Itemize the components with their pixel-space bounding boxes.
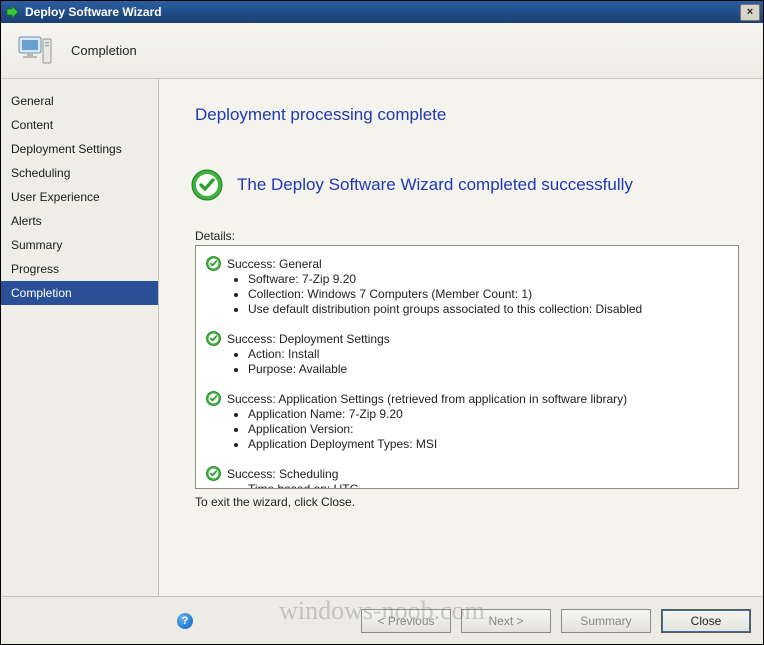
wizard-arrow-icon <box>5 5 19 19</box>
exit-instruction: To exit the wizard, click Close. <box>195 495 741 509</box>
details-line: Application Deployment Types: MSI <box>248 437 732 452</box>
details-line: Application Version: <box>248 422 732 437</box>
details-lines: Time based on: UTC Available Time: As so… <box>206 482 732 489</box>
success-check-icon <box>206 391 221 406</box>
page-title: Completion <box>71 43 137 58</box>
sidebar-item-completion[interactable]: Completion <box>1 281 158 305</box>
sidebar-item-content[interactable]: Content <box>1 113 158 137</box>
sidebar-item-progress[interactable]: Progress <box>1 257 158 281</box>
sidebar-item-label: General <box>11 94 54 108</box>
sidebar-item-label: Deployment Settings <box>11 142 122 156</box>
next-button: Next > <box>461 609 551 633</box>
details-group-head: Success: Scheduling <box>206 466 732 481</box>
details-group-head: Success: Deployment Settings <box>206 331 732 346</box>
details-group-title: Success: Deployment Settings <box>227 332 390 346</box>
sidebar-item-label: User Experience <box>11 190 100 204</box>
computer-icon <box>15 31 55 71</box>
sidebar-item-label: Summary <box>11 238 62 252</box>
summary-button: Summary <box>561 609 651 633</box>
main-content: Deployment processing complete The Deplo… <box>159 79 763 644</box>
details-group: Success: Scheduling Time based on: UTC A… <box>206 466 732 489</box>
wizard-body: General Content Deployment Settings Sche… <box>1 79 763 644</box>
wizard-header: Completion <box>1 23 763 79</box>
titlebar: Deploy Software Wizard × <box>1 1 763 23</box>
sidebar-item-label: Completion <box>11 286 72 300</box>
close-button[interactable]: Close <box>661 609 751 633</box>
sidebar-item-summary[interactable]: Summary <box>1 233 158 257</box>
details-lines: Software: 7-Zip 9.20 Collection: Windows… <box>206 272 732 317</box>
details-group: Success: General Software: 7-Zip 9.20 Co… <box>206 256 732 317</box>
window-close-button[interactable]: × <box>740 4 760 21</box>
help-icon[interactable]: ? <box>177 613 193 629</box>
success-check-icon <box>206 466 221 481</box>
sidebar-item-user-experience[interactable]: User Experience <box>1 185 158 209</box>
success-check-icon <box>206 256 221 271</box>
success-check-icon <box>206 331 221 346</box>
sidebar-item-general[interactable]: General <box>1 89 158 113</box>
sidebar-item-label: Scheduling <box>11 166 70 180</box>
details-group-head: Success: Application Settings (retrieved… <box>206 391 732 406</box>
sidebar-item-scheduling[interactable]: Scheduling <box>1 161 158 185</box>
details-group-head: Success: General <box>206 256 732 271</box>
main-heading: Deployment processing complete <box>195 105 741 125</box>
details-group-title: Success: General <box>227 257 322 271</box>
details-lines: Action: Install Purpose: Available <box>206 347 732 377</box>
details-group: Success: Application Settings (retrieved… <box>206 391 732 452</box>
details-line: Collection: Windows 7 Computers (Member … <box>248 287 732 302</box>
sidebar-item-alerts[interactable]: Alerts <box>1 209 158 233</box>
status-text: The Deploy Software Wizard completed suc… <box>237 175 633 195</box>
completion-status: The Deploy Software Wizard completed suc… <box>191 169 741 201</box>
sidebar-item-label: Content <box>11 118 53 132</box>
details-box[interactable]: Success: General Software: 7-Zip 9.20 Co… <box>195 245 739 489</box>
details-line: Time based on: UTC <box>248 482 732 489</box>
sidebar-item-label: Progress <box>11 262 59 276</box>
details-label: Details: <box>195 229 741 243</box>
success-check-icon <box>191 169 223 201</box>
sidebar-item-deployment-settings[interactable]: Deployment Settings <box>1 137 158 161</box>
details-group-title: Success: Scheduling <box>227 467 338 481</box>
details-line: Application Name: 7-Zip 9.20 <box>248 407 732 422</box>
wizard-footer: ? < Previous Next > Summary Close <box>1 596 763 644</box>
details-lines: Application Name: 7-Zip 9.20 Application… <box>206 407 732 452</box>
sidebar: General Content Deployment Settings Sche… <box>1 79 159 644</box>
details-line: Action: Install <box>248 347 732 362</box>
details-line: Software: 7-Zip 9.20 <box>248 272 732 287</box>
window-title: Deploy Software Wizard <box>25 5 740 19</box>
details-group-title: Success: Application Settings (retrieved… <box>227 392 627 406</box>
previous-button: < Previous <box>361 609 451 633</box>
details-line: Purpose: Available <box>248 362 732 377</box>
details-group: Success: Deployment Settings Action: Ins… <box>206 331 732 377</box>
details-line: Use default distribution point groups as… <box>248 302 732 317</box>
sidebar-item-label: Alerts <box>11 214 42 228</box>
